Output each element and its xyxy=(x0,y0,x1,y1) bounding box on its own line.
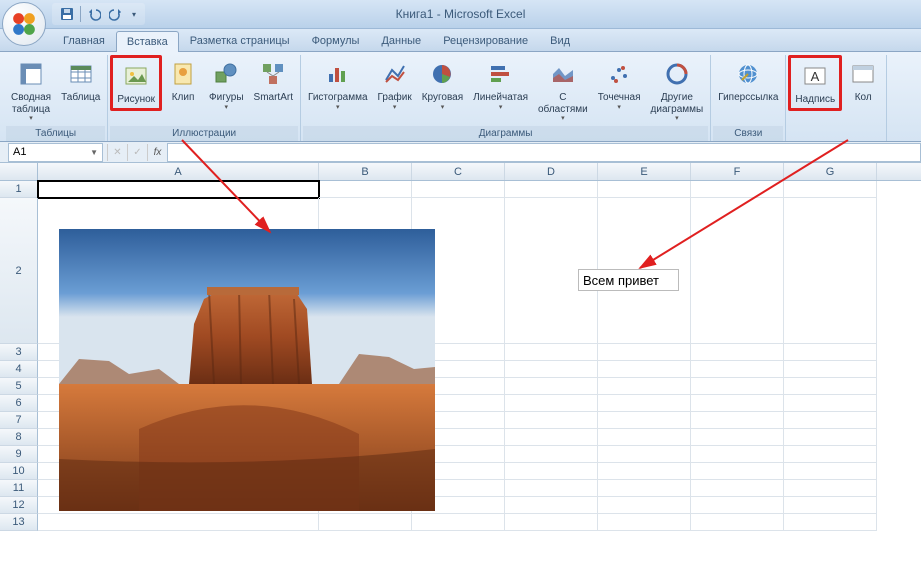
office-button[interactable] xyxy=(2,2,46,46)
office-logo-icon xyxy=(11,11,37,37)
annotation-arrows xyxy=(0,0,921,561)
